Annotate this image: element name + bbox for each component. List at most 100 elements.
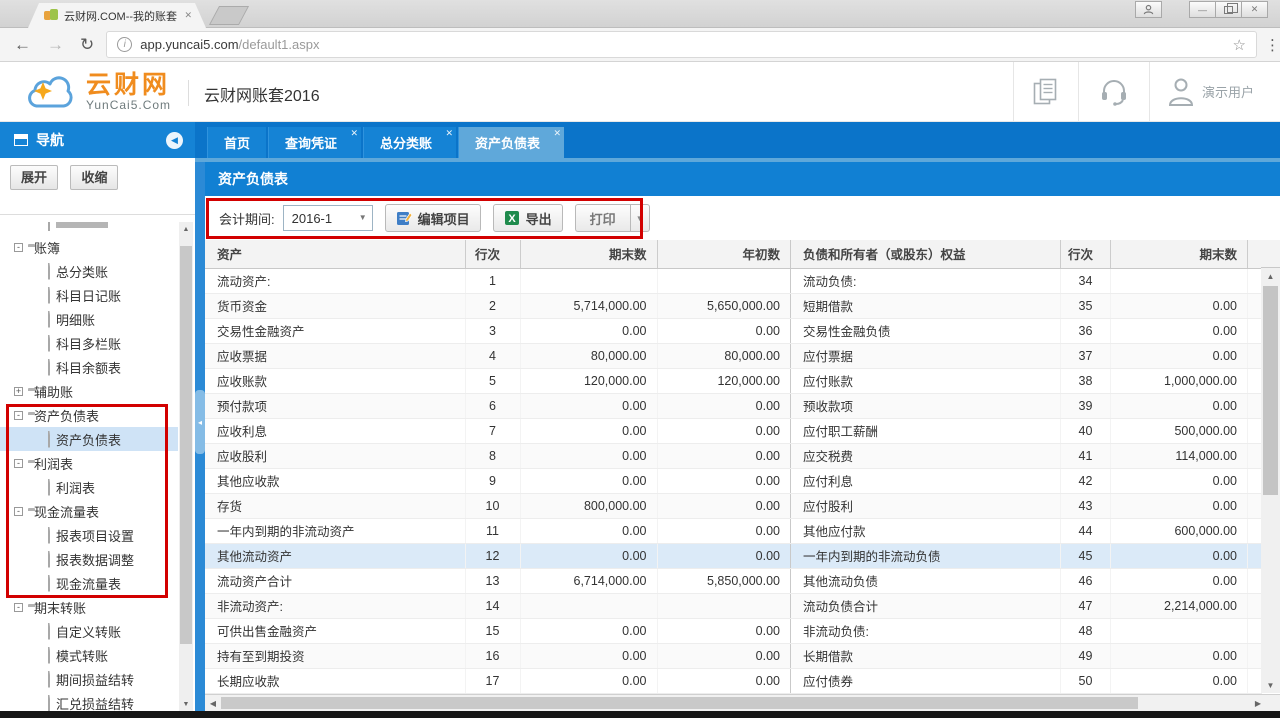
back-icon[interactable]: ← bbox=[14, 35, 31, 55]
vertical-scrollbar[interactable]: ▲ ▼ bbox=[1261, 268, 1280, 693]
sidebar-collapse-icon[interactable]: ◀ bbox=[166, 132, 183, 149]
table-row[interactable]: 流动负债合计472,214,000.00 bbox=[791, 593, 1262, 618]
table-row[interactable]: 其他应收款90.000.00 bbox=[205, 468, 790, 493]
new-tab-button[interactable] bbox=[209, 6, 249, 25]
tree-item-doc[interactable]: 科目日记账 bbox=[0, 283, 178, 307]
collapse-node-icon[interactable]: - bbox=[14, 459, 23, 468]
tree-item-doc[interactable]: 汇兑损益结转 bbox=[0, 691, 178, 711]
workspace-tab[interactable]: 总分类账✕ bbox=[363, 127, 456, 158]
tree-item-doc[interactable]: 模式转账 bbox=[0, 643, 178, 667]
collapse-node-icon[interactable]: - bbox=[14, 603, 23, 612]
table-row[interactable]: 应付债券500.00 bbox=[791, 668, 1262, 693]
workspace-tab[interactable]: 首页 bbox=[207, 127, 266, 158]
tree-item-clipped[interactable] bbox=[0, 222, 178, 235]
table-row[interactable]: 应付票据370.00 bbox=[791, 343, 1262, 368]
tree-item-doc[interactable]: 现金流量表 bbox=[0, 571, 178, 595]
table-row[interactable]: 一年内到期的非流动资产110.000.00 bbox=[205, 518, 790, 543]
print-button[interactable]: 打印 bbox=[575, 204, 630, 232]
tree-item-doc[interactable]: 科目余额表 bbox=[0, 355, 178, 379]
scroll-right-icon[interactable]: ▶ bbox=[1250, 695, 1266, 711]
tree-scrollbar-thumb[interactable] bbox=[180, 246, 192, 644]
panel-splitter[interactable]: ◂ bbox=[195, 162, 205, 711]
table-row[interactable]: 应付职工薪酬40500,000.00 bbox=[791, 418, 1262, 443]
table-row[interactable]: 其他流动资产120.000.00 bbox=[205, 543, 790, 568]
table-row[interactable]: 预付款项60.000.00 bbox=[205, 393, 790, 418]
print-dropdown-icon[interactable]: ▼ bbox=[630, 204, 650, 232]
url-input[interactable]: i app.yuncai5.com /default1.aspx ☆ bbox=[106, 31, 1257, 58]
table-row[interactable]: 一年内到期的非流动负债450.00 bbox=[791, 543, 1262, 568]
table-row[interactable]: 应收股利80.000.00 bbox=[205, 443, 790, 468]
scroll-down-icon[interactable]: ▼ bbox=[1261, 677, 1280, 693]
tree-item-doc[interactable]: 明细账 bbox=[0, 307, 178, 331]
tree-item-doc[interactable]: 自定义转账 bbox=[0, 619, 178, 643]
bookmark-star-icon[interactable]: ☆ bbox=[1233, 36, 1246, 54]
table-row[interactable]: 其他流动负债460.00 bbox=[791, 568, 1262, 593]
table-row[interactable]: 货币资金25,714,000.005,650,000.00 bbox=[205, 293, 790, 318]
page-info-icon[interactable]: i bbox=[117, 37, 132, 52]
table-row[interactable]: 长期借款490.00 bbox=[791, 643, 1262, 668]
tree-item-doc[interactable]: 科目多栏账 bbox=[0, 331, 178, 355]
workspace-tab-close-icon[interactable]: ✕ bbox=[350, 128, 358, 139]
tree-item-doc[interactable]: 资产负债表 bbox=[0, 427, 178, 451]
window-minimize-icon[interactable]: — bbox=[1189, 1, 1216, 18]
collapse-node-icon[interactable]: - bbox=[14, 243, 23, 252]
edit-items-button[interactable]: 编辑项目 bbox=[385, 204, 481, 232]
workspace-tab-close-icon[interactable]: ✕ bbox=[446, 128, 454, 139]
tree-item-folder[interactable]: -账簿 bbox=[0, 235, 178, 259]
user-menu-button[interactable]: 演示用户 bbox=[1149, 62, 1280, 121]
tree-item-folder[interactable]: -现金流量表 bbox=[0, 499, 178, 523]
expand-node-icon[interactable]: + bbox=[14, 387, 23, 396]
collapse-all-button[interactable]: 收缩 bbox=[70, 165, 118, 190]
tree-item-doc[interactable]: 利润表 bbox=[0, 475, 178, 499]
period-select[interactable]: 2016-1 ▼ bbox=[283, 205, 373, 231]
table-row[interactable]: 交易性金融负债360.00 bbox=[791, 318, 1262, 343]
browser-menu-icon[interactable]: ⋮ bbox=[1265, 36, 1280, 54]
tree-item-folder[interactable]: -期末转账 bbox=[0, 595, 178, 619]
expand-all-button[interactable]: 展开 bbox=[10, 165, 58, 190]
horizontal-scrollbar[interactable]: ◀ ▶ bbox=[205, 694, 1280, 711]
table-row[interactable]: 可供出售金融资产150.000.00 bbox=[205, 618, 790, 643]
export-button[interactable]: X 导出 bbox=[493, 204, 563, 232]
table-row[interactable]: 流动资产:1 bbox=[205, 268, 790, 293]
window-restore-icon[interactable] bbox=[1215, 1, 1242, 18]
tree-item-doc[interactable]: 期间损益结转 bbox=[0, 667, 178, 691]
vertical-scrollbar-thumb[interactable] bbox=[1263, 286, 1278, 495]
table-row[interactable]: 其他应付款44600,000.00 bbox=[791, 518, 1262, 543]
table-row[interactable]: 流动负债:34 bbox=[791, 268, 1262, 293]
table-row[interactable]: 预收款项390.00 bbox=[791, 393, 1262, 418]
window-close-icon[interactable]: ✕ bbox=[1241, 1, 1268, 18]
table-row[interactable]: 非流动资产:14 bbox=[205, 593, 790, 618]
workspace-tab-close-icon[interactable]: ✕ bbox=[554, 128, 562, 139]
browser-tab[interactable]: 云财网.COM--我的账套 ✕ bbox=[28, 3, 206, 28]
table-row[interactable]: 应付账款381,000,000.00 bbox=[791, 368, 1262, 393]
brand-logo[interactable]: 云财网 YunCai5.Com bbox=[22, 70, 171, 114]
tree-item-doc[interactable]: 报表数据调整 bbox=[0, 547, 178, 571]
support-button[interactable] bbox=[1078, 62, 1149, 121]
table-row[interactable]: 应收利息70.000.00 bbox=[205, 418, 790, 443]
workspace-tab[interactable]: 查询凭证✕ bbox=[268, 127, 361, 158]
table-row[interactable]: 应收票据480,000.0080,000.00 bbox=[205, 343, 790, 368]
horizontal-scrollbar-thumb[interactable] bbox=[221, 697, 1138, 709]
documents-button[interactable] bbox=[1013, 62, 1078, 121]
forward-icon[interactable]: → bbox=[47, 35, 64, 55]
tree-item-folder[interactable]: -利润表 bbox=[0, 451, 178, 475]
tree-scroll-down-icon[interactable]: ▼ bbox=[179, 697, 193, 711]
reload-icon[interactable]: ↻ bbox=[80, 35, 94, 55]
table-row[interactable]: 长期应收款170.000.00 bbox=[205, 668, 790, 693]
tree-item-doc[interactable]: 总分类账 bbox=[0, 259, 178, 283]
collapse-node-icon[interactable]: - bbox=[14, 411, 23, 420]
browser-tab-close-icon[interactable]: ✕ bbox=[184, 10, 192, 21]
workspace-tab[interactable]: 资产负债表✕ bbox=[458, 127, 564, 158]
tree-item-folder[interactable]: +辅助账 bbox=[0, 379, 178, 403]
table-row[interactable]: 存货10800,000.000.00 bbox=[205, 493, 790, 518]
tree-item-doc[interactable]: 报表项目设置 bbox=[0, 523, 178, 547]
tree-scroll-up-icon[interactable]: ▲ bbox=[179, 222, 193, 236]
splitter-collapse-icon[interactable]: ◂ bbox=[195, 390, 205, 454]
scroll-left-icon[interactable]: ◀ bbox=[205, 695, 221, 711]
table-row[interactable]: 持有至到期投资160.000.00 bbox=[205, 643, 790, 668]
table-row[interactable]: 短期借款350.00 bbox=[791, 293, 1262, 318]
browser-profile-icon[interactable] bbox=[1135, 1, 1162, 18]
table-row[interactable]: 应付股利430.00 bbox=[791, 493, 1262, 518]
table-row[interactable]: 应交税费41114,000.00 bbox=[791, 443, 1262, 468]
table-row[interactable]: 流动资产合计136,714,000.005,850,000.00 bbox=[205, 568, 790, 593]
